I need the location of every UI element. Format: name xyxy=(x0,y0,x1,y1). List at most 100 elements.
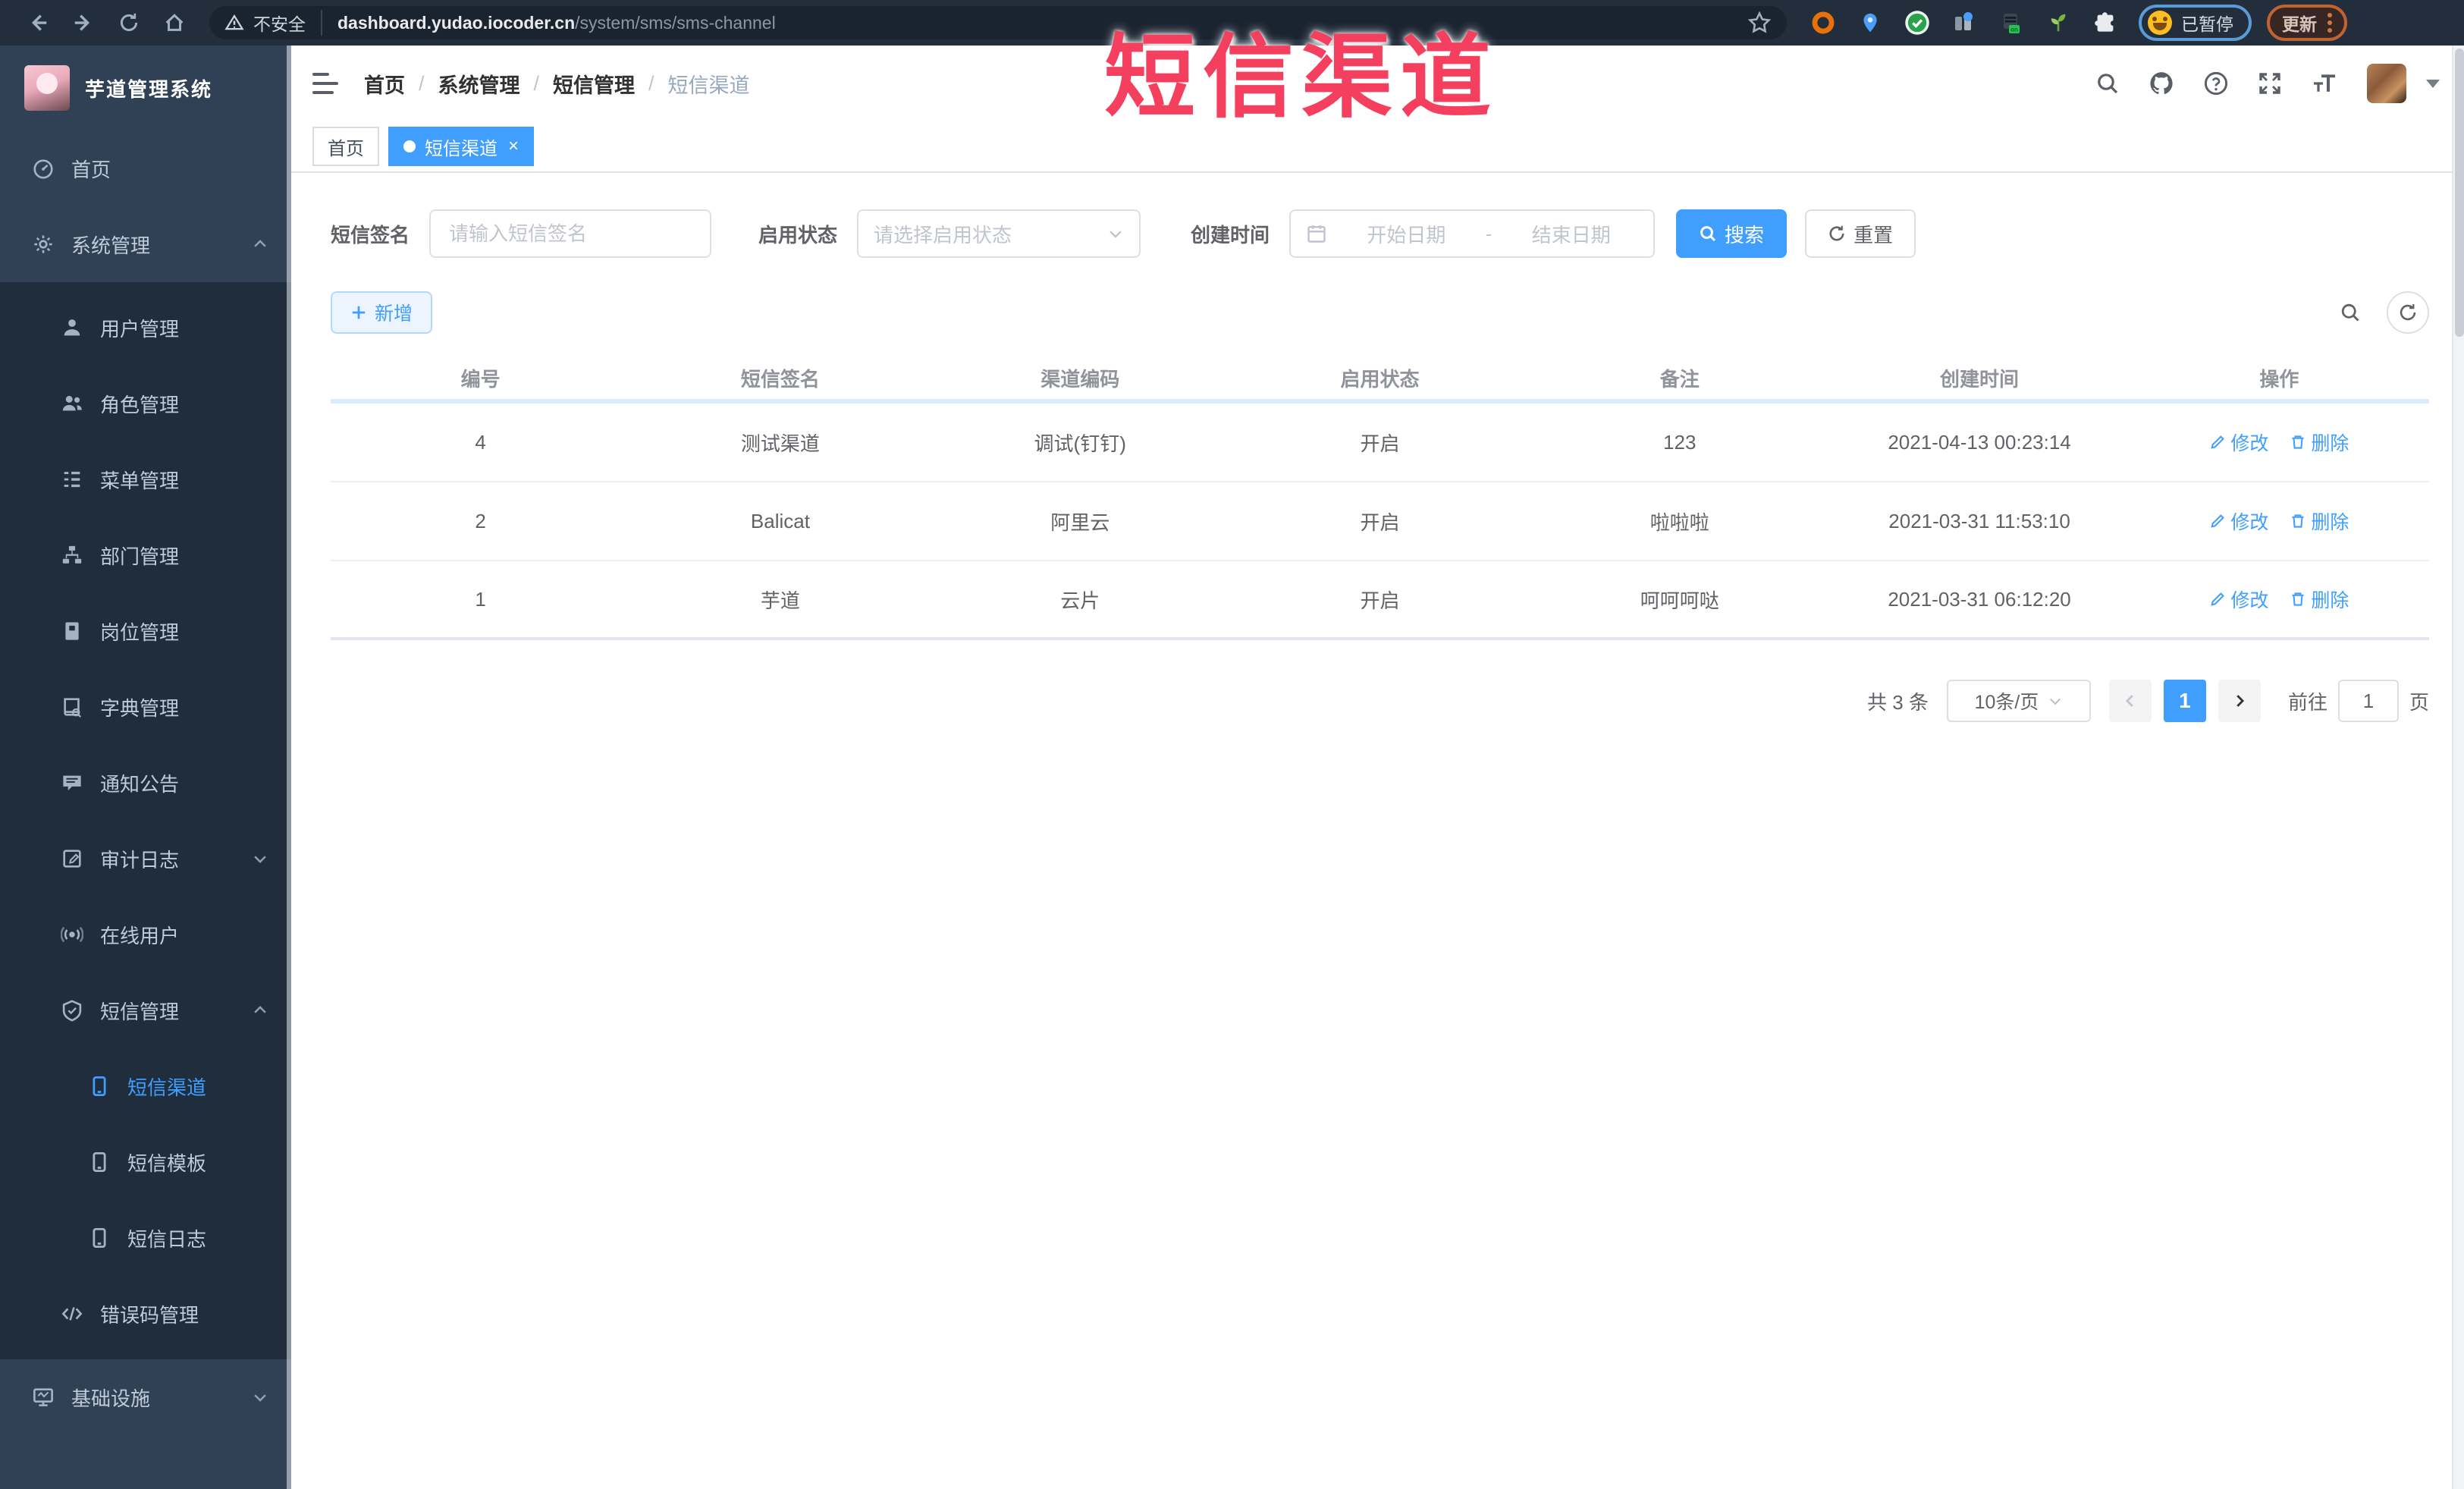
sidebar-item-sms-log[interactable]: 短信日志 xyxy=(0,1200,291,1276)
avatar-caret-icon[interactable] xyxy=(2426,79,2440,88)
chevron-up-icon xyxy=(252,1002,268,1019)
extension-tabs-icon[interactable] xyxy=(1949,8,1979,38)
browser-update-button[interactable]: 更新 xyxy=(2267,5,2347,41)
sidebar-item-label: 短信模板 xyxy=(127,1151,207,1175)
navbar-actions xyxy=(2095,64,2440,103)
github-icon[interactable] xyxy=(2149,71,2174,96)
extension-green-check-icon[interactable] xyxy=(1902,8,1932,38)
font-size-icon[interactable] xyxy=(2311,71,2338,96)
table-row[interactable]: 1 芋道 云片 开启 呵呵呵哒 2021-03-31 06:12:20 修改 删除 xyxy=(331,561,2429,640)
tab-sms-channel[interactable]: 短信渠道 × xyxy=(388,127,535,166)
extension-dark-on-icon[interactable]: on xyxy=(1996,8,2026,38)
search-button[interactable]: 搜索 xyxy=(1676,209,1788,258)
breadcrumb-item[interactable]: 首页 xyxy=(364,69,405,99)
sidebar-item-menus[interactable]: 菜单管理 xyxy=(0,441,291,517)
start-date-placeholder[interactable]: 开始日期 xyxy=(1339,220,1474,248)
cell-status: 开启 xyxy=(1360,589,1400,612)
sidebar-item-label: 在线用户 xyxy=(100,924,180,947)
hamburger-icon[interactable] xyxy=(312,73,340,94)
sidebar-item-system[interactable]: 系统管理 xyxy=(0,206,291,282)
browser-reload-icon[interactable] xyxy=(106,0,152,46)
code-icon xyxy=(61,1302,83,1325)
bookmark-star-icon[interactable] xyxy=(1747,11,1772,35)
paused-extension-chip[interactable]: 已暂停 xyxy=(2139,5,2252,41)
phone-icon xyxy=(88,1151,111,1173)
sidebar-item-sms-channel[interactable]: 短信渠道 xyxy=(0,1048,291,1124)
browser-back-icon[interactable] xyxy=(15,0,61,46)
search-icon[interactable] xyxy=(2095,71,2120,96)
page-number-button[interactable]: 1 xyxy=(2163,680,2206,722)
delete-link[interactable]: 删除 xyxy=(2290,586,2349,613)
edit-link[interactable]: 修改 xyxy=(2209,507,2268,535)
tab-home[interactable]: 首页 xyxy=(312,127,379,166)
prev-page-button[interactable] xyxy=(2108,680,2152,722)
reset-button[interactable]: 重置 xyxy=(1805,209,1916,258)
status-select[interactable]: 请选择启用状态 xyxy=(857,209,1141,258)
avatar[interactable] xyxy=(2367,64,2406,103)
sidebar-logo[interactable]: 芋道管理系统 xyxy=(0,46,291,130)
breadcrumb-item[interactable]: 系统管理 xyxy=(438,69,520,99)
delete-icon xyxy=(2292,592,2304,606)
delete-link[interactable]: 删除 xyxy=(2290,429,2349,456)
extension-pin-icon[interactable] xyxy=(1855,8,1885,38)
extension-puzzle-icon[interactable] xyxy=(2090,8,2120,38)
close-icon[interactable]: × xyxy=(508,137,519,155)
address-bar[interactable]: 不安全 dashboard.yudao.iocoder.cn/system/sm… xyxy=(209,6,1787,39)
extension-leaf-icon[interactable] xyxy=(2043,8,2073,38)
sidebar-item-error-codes[interactable]: 错误码管理 xyxy=(0,1276,291,1352)
add-button[interactable]: 新增 xyxy=(331,291,433,334)
browser-forward-icon[interactable] xyxy=(61,0,106,46)
help-icon[interactable] xyxy=(2203,71,2229,96)
sidebar-item-roles[interactable]: 角色管理 xyxy=(0,366,291,441)
sidebar-item-notice[interactable]: 通知公告 xyxy=(0,745,291,821)
status-label: 启用状态 xyxy=(758,223,838,247)
plus-icon xyxy=(352,306,366,319)
refresh-table-button[interactable] xyxy=(2387,291,2429,334)
sidebar-item-label: 短信日志 xyxy=(127,1227,207,1251)
sidebar-item-audit-log[interactable]: 审计日志 xyxy=(0,821,291,897)
end-date-placeholder[interactable]: 结束日期 xyxy=(1504,220,1638,248)
sidebar-item-depts[interactable]: 部门管理 xyxy=(0,517,291,593)
date-range-picker[interactable]: 开始日期 - 结束日期 xyxy=(1289,209,1656,258)
sidebar-item-sms[interactable]: 短信管理 xyxy=(0,972,291,1048)
goto-page-input[interactable] xyxy=(2337,680,2399,722)
scrollbar-thumb[interactable] xyxy=(2455,49,2464,337)
cell-sign: 芋道 xyxy=(760,589,800,612)
page-size-select[interactable]: 10条/页 xyxy=(1946,680,2091,722)
column-header: 操作 xyxy=(2259,367,2299,391)
sidebar-item-sms-template[interactable]: 短信模板 xyxy=(0,1124,291,1200)
breadcrumb-item[interactable]: 短信管理 xyxy=(553,69,635,99)
sidebar-item-dict[interactable]: 字典管理 xyxy=(0,669,291,745)
url-text[interactable]: dashboard.yudao.iocoder.cn/system/sms/sm… xyxy=(337,13,776,33)
sidebar-item-home[interactable]: 首页 xyxy=(0,130,291,206)
security-warning[interactable]: 不安全 xyxy=(224,10,322,36)
reset-button-label: 重置 xyxy=(1853,223,1894,247)
sidebar-scrollbar[interactable] xyxy=(287,46,291,1489)
sidebar-item-label: 错误码管理 xyxy=(100,1303,199,1327)
time-label: 创建时间 xyxy=(1191,223,1270,247)
gear-icon xyxy=(32,233,55,256)
edit-link[interactable]: 修改 xyxy=(2209,429,2268,456)
page-scrollbar[interactable] xyxy=(2452,46,2464,1489)
toggle-search-button[interactable] xyxy=(2329,291,2371,334)
cell-remark: 呵呵呵哒 xyxy=(1640,589,1719,612)
delete-link[interactable]: 删除 xyxy=(2290,507,2349,535)
chevron-down-icon xyxy=(1107,225,1124,242)
table-row[interactable]: 2 Balicat 阿里云 开启 啦啦啦 2021-03-31 11:53:10… xyxy=(331,482,2429,561)
sidebar-item-posts[interactable]: 岗位管理 xyxy=(0,593,291,669)
table-row[interactable]: 4 测试渠道 调试(钉钉) 开启 123 2021-04-13 00:23:14… xyxy=(331,404,2429,482)
edit-link[interactable]: 修改 xyxy=(2209,586,2268,613)
fullscreen-icon[interactable] xyxy=(2258,71,2282,96)
sign-input[interactable] xyxy=(429,209,712,258)
extension-orange-icon[interactable] xyxy=(1808,8,1838,38)
sidebar-item-users[interactable]: 用户管理 xyxy=(0,290,291,366)
warning-triangle-icon xyxy=(224,14,244,30)
browser-home-icon[interactable] xyxy=(152,0,197,46)
status-placeholder: 请选择启用状态 xyxy=(874,223,1012,247)
sidebar-item-infra[interactable]: 基础设施 xyxy=(0,1359,291,1435)
sidebar-item-online-users[interactable]: 在线用户 xyxy=(0,897,291,972)
next-page-button[interactable] xyxy=(2218,680,2261,722)
delete-icon xyxy=(2292,435,2304,449)
browser-menu-dots-icon[interactable] xyxy=(2327,13,2332,33)
app-frame: 芋道管理系统 首页 系统管理 用户管理 角色管理 菜单管理 部门管理 岗位管理 … xyxy=(0,46,2464,1489)
